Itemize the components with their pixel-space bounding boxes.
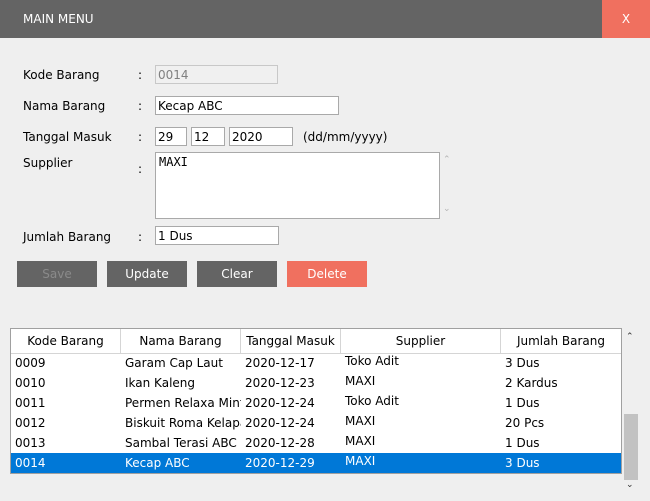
cell-tanggal: 2020-12-24 bbox=[245, 396, 315, 410]
table-row[interactable]: 0012 Biskuit Roma Kelapa 2020-12-24 MAXI… bbox=[11, 413, 621, 433]
cell-tanggal: 2020-12-23 bbox=[245, 376, 315, 390]
column-header-nama[interactable]: Nama Barang bbox=[121, 329, 241, 353]
cell-tanggal: 2020-12-24 bbox=[245, 416, 315, 430]
cell-supplier: Toko Adit bbox=[345, 394, 399, 408]
cell-supplier: MAXI bbox=[345, 434, 376, 448]
cell-supplier: MAXI bbox=[345, 374, 376, 388]
cell-supplier: MAXI bbox=[345, 454, 376, 468]
nama-barang-field[interactable]: Kecap ABC bbox=[155, 96, 339, 115]
window-title: MAIN MENU bbox=[23, 12, 94, 26]
tanggal-month-field[interactable]: 12 bbox=[191, 127, 225, 146]
cell-tanggal: 2020-12-28 bbox=[245, 436, 315, 450]
grid-header: Kode Barang Nama Barang Tanggal Masuk Su… bbox=[11, 329, 621, 354]
table-row[interactable]: 0010 Ikan Kaleng 2020-12-23 MAXI 2 Kardu… bbox=[11, 373, 621, 393]
nama-barang-colon: : bbox=[138, 99, 143, 113]
supplier-colon: : bbox=[138, 162, 143, 176]
cell-nama: Sambal Terasi ABC bbox=[125, 436, 237, 450]
column-header-tanggal[interactable]: Tanggal Masuk bbox=[241, 329, 341, 353]
chevron-down-icon[interactable]: ⌄ bbox=[443, 204, 451, 214]
scrollbar-thumb[interactable] bbox=[624, 414, 638, 480]
supplier-label: Supplier bbox=[23, 156, 73, 170]
column-header-supplier[interactable]: Supplier bbox=[341, 329, 501, 353]
cell-nama: Kecap ABC bbox=[125, 456, 190, 470]
cell-jumlah: 3 Dus bbox=[505, 456, 540, 470]
save-button[interactable]: Save bbox=[17, 261, 97, 287]
cell-tanggal: 2020-12-17 bbox=[245, 356, 315, 370]
cell-nama: Biskuit Roma Kelapa bbox=[125, 416, 241, 430]
chevron-up-icon[interactable]: ⌃ bbox=[443, 155, 451, 165]
data-grid[interactable]: Kode Barang Nama Barang Tanggal Masuk Su… bbox=[10, 328, 622, 474]
table-row-selected[interactable]: 0014 Kecap ABC 2020-12-29 MAXI 3 Dus bbox=[11, 453, 621, 473]
tanggal-day-field[interactable]: 29 bbox=[155, 127, 187, 146]
column-header-kode[interactable]: Kode Barang bbox=[11, 329, 121, 353]
cell-kode: 0014 bbox=[15, 456, 46, 470]
kode-barang-colon: : bbox=[138, 68, 143, 82]
supplier-textarea[interactable]: MAXI bbox=[155, 152, 440, 219]
cell-kode: 0009 bbox=[15, 356, 46, 370]
jumlah-barang-colon: : bbox=[138, 230, 143, 244]
tanggal-masuk-colon: : bbox=[138, 130, 143, 144]
cell-supplier: Toko Adit bbox=[345, 354, 399, 368]
table-row[interactable]: 0011 Permen Relaxa Mint 2020-12-24 Toko … bbox=[11, 393, 621, 413]
delete-button[interactable]: Delete bbox=[287, 261, 367, 287]
jumlah-barang-label: Jumlah Barang bbox=[23, 230, 112, 244]
tanggal-year-field[interactable]: 2020 bbox=[229, 127, 293, 146]
tanggal-masuk-label: Tanggal Masuk bbox=[23, 130, 112, 144]
cell-nama: Garam Cap Laut bbox=[125, 356, 223, 370]
supplier-text: MAXI bbox=[159, 155, 188, 169]
cell-kode: 0012 bbox=[15, 416, 46, 430]
kode-barang-label: Kode Barang bbox=[23, 68, 100, 82]
cell-tanggal: 2020-12-29 bbox=[245, 456, 315, 470]
grid-scrollbar[interactable]: ⌃ ⌄ bbox=[622, 328, 640, 492]
chevron-up-icon[interactable]: ⌃ bbox=[626, 332, 634, 342]
cell-jumlah: 20 Pcs bbox=[505, 416, 545, 430]
table-row[interactable]: 0009 Garam Cap Laut 2020-12-17 Toko Adit… bbox=[11, 353, 621, 373]
update-button[interactable]: Update bbox=[107, 261, 187, 287]
cell-kode: 0010 bbox=[15, 376, 46, 390]
jumlah-barang-field[interactable]: 1 Dus bbox=[155, 226, 279, 245]
cell-jumlah: 1 Dus bbox=[505, 436, 540, 450]
close-button[interactable]: X bbox=[602, 0, 650, 38]
cell-kode: 0013 bbox=[15, 436, 46, 450]
cell-jumlah: 2 Kardus bbox=[505, 376, 558, 390]
cell-nama: Ikan Kaleng bbox=[125, 376, 196, 390]
title-bar: MAIN MENU X bbox=[0, 0, 650, 38]
cell-supplier: MAXI bbox=[345, 414, 376, 428]
cell-jumlah: 3 Dus bbox=[505, 356, 540, 370]
table-row[interactable]: 0013 Sambal Terasi ABC 2020-12-28 MAXI 1… bbox=[11, 433, 621, 453]
kode-barang-field: 0014 bbox=[155, 65, 278, 84]
cell-jumlah: 1 Dus bbox=[505, 396, 540, 410]
cell-kode: 0011 bbox=[15, 396, 46, 410]
cell-nama: Permen Relaxa Mint bbox=[125, 396, 241, 410]
column-header-jumlah[interactable]: Jumlah Barang bbox=[501, 329, 621, 353]
nama-barang-label: Nama Barang bbox=[23, 99, 106, 113]
chevron-down-icon[interactable]: ⌄ bbox=[626, 480, 634, 490]
date-format-hint: (dd/mm/yyyy) bbox=[303, 130, 388, 144]
clear-button[interactable]: Clear bbox=[197, 261, 277, 287]
